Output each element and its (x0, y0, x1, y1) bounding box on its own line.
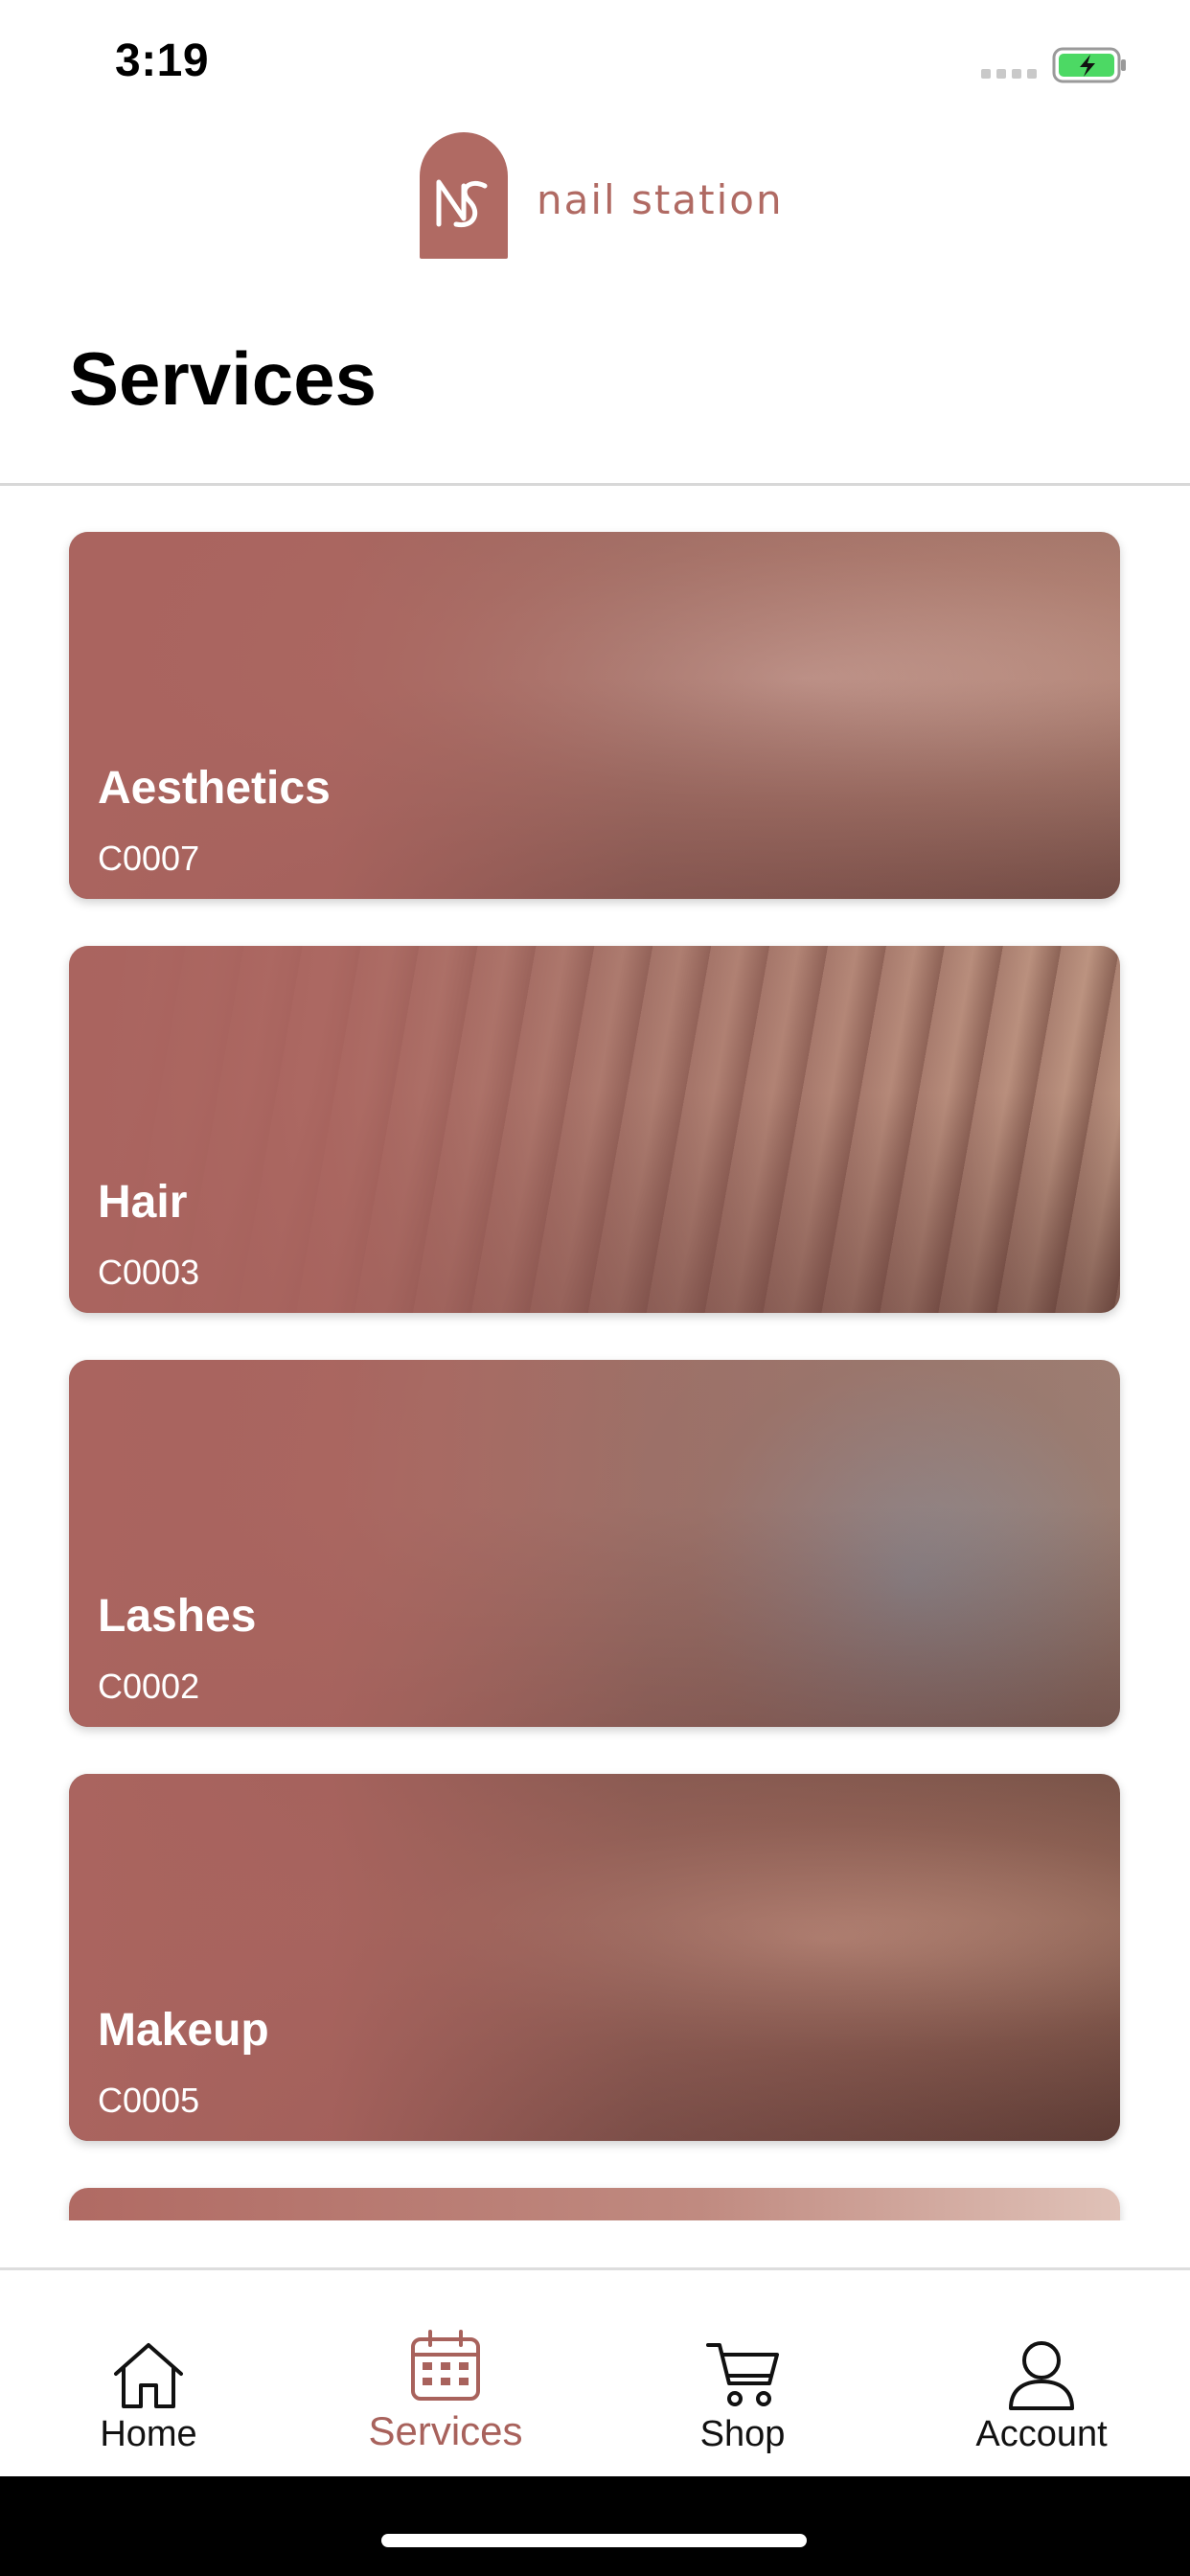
home-indicator[interactable] (381, 2534, 807, 2547)
battery-charging-icon (1052, 46, 1129, 89)
brand-name: nail station (537, 175, 784, 223)
service-title: Lashes (98, 1591, 257, 1642)
service-card-hair[interactable]: Hair C0003 (69, 946, 1120, 1313)
service-title: Hair (98, 1177, 188, 1228)
service-title: Makeup (98, 2005, 269, 2056)
cart-icon (704, 2339, 781, 2413)
tab-home[interactable]: Home (0, 2270, 297, 2479)
status-time: 3:19 (115, 35, 210, 86)
home-indicator-area (0, 2476, 1190, 2576)
page-title: Services (69, 336, 377, 421)
service-card-lashes[interactable]: Lashes C0002 (69, 1360, 1120, 1727)
service-image (69, 2188, 1120, 2220)
tab-shop[interactable]: Shop (594, 2270, 891, 2479)
brand-logo: nail station (420, 132, 784, 259)
service-card-aesthetics[interactable]: Aesthetics C0007 (69, 532, 1120, 899)
services-list[interactable]: Aesthetics C0007 Hair C0003 Lashes C0002… (0, 486, 1190, 2220)
tab-label: Shop (699, 2414, 786, 2454)
logo-mark-icon (420, 132, 508, 259)
tab-label: Account (975, 2414, 1108, 2454)
signal-icon (981, 69, 1037, 79)
services-screen: 3:19 nail station Services Aesthetics C0… (0, 0, 1190, 2576)
service-code: C0002 (98, 1667, 200, 1706)
tab-services[interactable]: Services (297, 2270, 594, 2479)
calendar-icon (409, 2330, 482, 2407)
service-code: C0007 (98, 839, 200, 878)
person-icon (1007, 2339, 1076, 2417)
service-card-partial[interactable] (69, 2188, 1120, 2220)
service-card-makeup[interactable]: Makeup C0005 (69, 1774, 1120, 2141)
service-title: Aesthetics (98, 763, 331, 814)
tab-account[interactable]: Account (893, 2270, 1190, 2479)
service-code: C0005 (98, 2081, 200, 2120)
service-code: C0003 (98, 1253, 200, 1292)
tab-label: Services (368, 2408, 523, 2453)
tab-label: Home (100, 2414, 197, 2454)
home-icon (110, 2339, 187, 2417)
tab-bar: Home Services Shop Account (0, 2267, 1190, 2479)
